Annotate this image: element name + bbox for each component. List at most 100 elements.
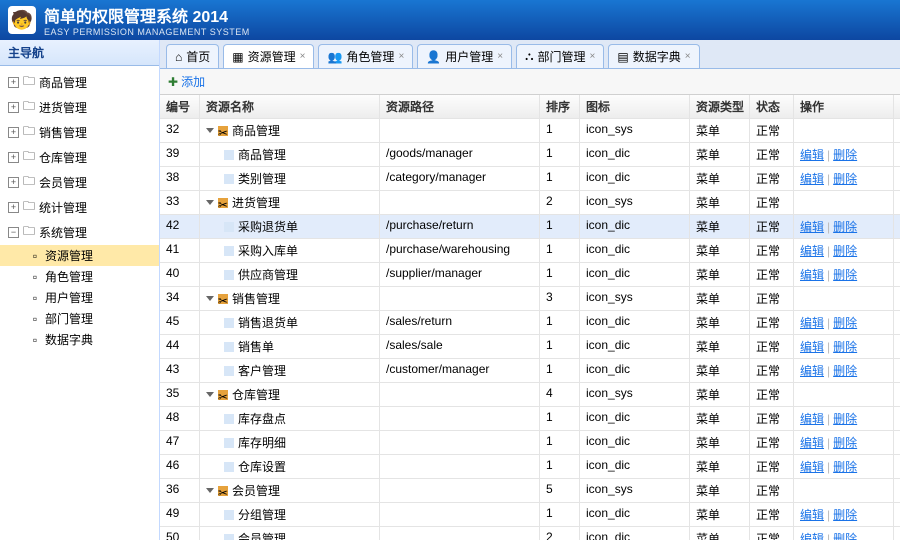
sidebar-subitem[interactable]: ▫部门管理 xyxy=(0,308,159,329)
table-row[interactable]: 33 ✂进货管理 2 icon_sys 菜单 正常 xyxy=(160,191,900,215)
col-id[interactable]: 编号 xyxy=(160,95,200,118)
expand-icon[interactable]: + xyxy=(8,127,19,138)
delete-link[interactable]: 删除 xyxy=(833,364,857,378)
table-row[interactable]: 47 库存明细 1 icon_dic 菜单 正常 编辑|删除 xyxy=(160,431,900,455)
sidebar-subitem[interactable]: ▫数据字典 xyxy=(0,329,159,350)
expand-toggle-icon[interactable] xyxy=(206,128,214,133)
col-path[interactable]: 资源路径 xyxy=(380,95,540,118)
delete-link[interactable]: 删除 xyxy=(833,532,857,540)
expand-icon[interactable]: + xyxy=(8,177,19,188)
table-row[interactable]: 35 ✂仓库管理 4 icon_sys 菜单 正常 xyxy=(160,383,900,407)
cell-status: 正常 xyxy=(750,335,794,358)
cell-status: 正常 xyxy=(750,455,794,478)
close-icon[interactable]: × xyxy=(300,51,306,62)
edit-link[interactable]: 编辑 xyxy=(800,268,824,282)
delete-link[interactable]: 删除 xyxy=(833,316,857,330)
sidebar-item[interactable]: +🗀仓库管理 xyxy=(0,145,159,170)
add-button[interactable]: ✚ 添加 xyxy=(168,73,205,90)
delete-link[interactable]: 删除 xyxy=(833,508,857,522)
cell-name: ✂销售管理 xyxy=(200,287,380,310)
close-icon[interactable]: × xyxy=(497,51,503,62)
tab[interactable]: ⌂首页 xyxy=(166,44,219,68)
delete-link[interactable]: 删除 xyxy=(833,460,857,474)
cell-icon: icon_dic xyxy=(580,215,690,238)
delete-link[interactable]: 删除 xyxy=(833,436,857,450)
edit-link[interactable]: 编辑 xyxy=(800,172,824,186)
edit-link[interactable]: 编辑 xyxy=(800,220,824,234)
col-status[interactable]: 状态 xyxy=(750,95,794,118)
sidebar-item[interactable]: +🗀商品管理 xyxy=(0,70,159,95)
table-row[interactable]: 39 商品管理 /goods/manager 1 icon_dic 菜单 正常 … xyxy=(160,143,900,167)
expand-toggle-icon[interactable] xyxy=(206,200,214,205)
table-row[interactable]: 38 类别管理 /category/manager 1 icon_dic 菜单 … xyxy=(160,167,900,191)
edit-link[interactable]: 编辑 xyxy=(800,460,824,474)
delete-link[interactable]: 删除 xyxy=(833,148,857,162)
col-type[interactable]: 资源类型 xyxy=(690,95,750,118)
sidebar-subitem[interactable]: ▫角色管理 xyxy=(0,266,159,287)
tab[interactable]: ▦资源管理× xyxy=(223,44,314,68)
col-name[interactable]: 资源名称 xyxy=(200,95,380,118)
table-row[interactable]: 32 ✂商品管理 1 icon_sys 菜单 正常 xyxy=(160,119,900,143)
sidebar-label: 数据字典 xyxy=(45,331,93,348)
close-icon[interactable]: × xyxy=(398,51,404,62)
delete-link[interactable]: 删除 xyxy=(833,340,857,354)
sidebar-item[interactable]: +🗀进货管理 xyxy=(0,95,159,120)
expand-toggle-icon[interactable] xyxy=(206,488,214,493)
tool-icon: ✂ xyxy=(218,126,228,136)
cell-icon: icon_dic xyxy=(580,431,690,454)
sidebar-subitem[interactable]: ▫用户管理 xyxy=(0,287,159,308)
collapse-icon[interactable]: − xyxy=(8,227,19,238)
table-row[interactable]: 48 库存盘点 1 icon_dic 菜单 正常 编辑|删除 xyxy=(160,407,900,431)
table-row[interactable]: 40 供应商管理 /supplier/manager 1 icon_dic 菜单… xyxy=(160,263,900,287)
expand-icon[interactable]: + xyxy=(8,152,19,163)
sidebar-item[interactable]: −🗀系统管理 xyxy=(0,220,159,245)
sidebar-subitem[interactable]: ▫资源管理 xyxy=(0,245,159,266)
expand-icon[interactable]: + xyxy=(8,77,19,88)
edit-link[interactable]: 编辑 xyxy=(800,340,824,354)
delete-link[interactable]: 删除 xyxy=(833,412,857,426)
expand-icon[interactable]: + xyxy=(8,102,19,113)
sidebar-item[interactable]: +🗀销售管理 xyxy=(0,120,159,145)
col-order[interactable]: 排序 xyxy=(540,95,580,118)
delete-link[interactable]: 删除 xyxy=(833,220,857,234)
cell-status: 正常 xyxy=(750,143,794,166)
edit-link[interactable]: 编辑 xyxy=(800,316,824,330)
col-icon[interactable]: 图标 xyxy=(580,95,690,118)
edit-link[interactable]: 编辑 xyxy=(800,148,824,162)
delete-link[interactable]: 删除 xyxy=(833,268,857,282)
table-row[interactable]: 41 采购入库单 /purchase/warehousing 1 icon_di… xyxy=(160,239,900,263)
table-row[interactable]: 45 销售退货单 /sales/return 1 icon_dic 菜单 正常 … xyxy=(160,311,900,335)
sidebar-label: 统计管理 xyxy=(39,199,87,216)
edit-link[interactable]: 编辑 xyxy=(800,436,824,450)
edit-link[interactable]: 编辑 xyxy=(800,412,824,426)
sidebar-item[interactable]: +🗀统计管理 xyxy=(0,195,159,220)
tab[interactable]: ⛬部门管理× xyxy=(516,44,604,68)
edit-link[interactable]: 编辑 xyxy=(800,532,824,540)
table-row[interactable]: 42 采购退货单 /purchase/return 1 icon_dic 菜单 … xyxy=(160,215,900,239)
close-icon[interactable]: × xyxy=(685,51,691,62)
edit-link[interactable]: 编辑 xyxy=(800,364,824,378)
tab[interactable]: ▤数据字典× xyxy=(608,44,699,68)
close-icon[interactable]: × xyxy=(590,51,596,62)
sidebar-label: 商品管理 xyxy=(39,74,87,91)
table-row[interactable]: 36 ✂会员管理 5 icon_sys 菜单 正常 xyxy=(160,479,900,503)
cell-type: 菜单 xyxy=(690,455,750,478)
table-row[interactable]: 49 分组管理 1 icon_dic 菜单 正常 编辑|删除 xyxy=(160,503,900,527)
expand-icon[interactable]: + xyxy=(8,202,19,213)
doc-icon xyxy=(224,222,234,232)
table-row[interactable]: 50 会员管理 2 icon_dic 菜单 正常 编辑|删除 xyxy=(160,527,900,540)
tab[interactable]: 👤用户管理× xyxy=(417,44,512,68)
sidebar-item[interactable]: +🗀会员管理 xyxy=(0,170,159,195)
tab[interactable]: 👥角色管理× xyxy=(318,44,413,68)
delete-link[interactable]: 删除 xyxy=(833,244,857,258)
table-row[interactable]: 44 销售单 /sales/sale 1 icon_dic 菜单 正常 编辑|删… xyxy=(160,335,900,359)
table-row[interactable]: 46 仓库设置 1 icon_dic 菜单 正常 编辑|删除 xyxy=(160,455,900,479)
table-row[interactable]: 43 客户管理 /customer/manager 1 icon_dic 菜单 … xyxy=(160,359,900,383)
edit-link[interactable]: 编辑 xyxy=(800,244,824,258)
expand-toggle-icon[interactable] xyxy=(206,296,214,301)
table-row[interactable]: 34 ✂销售管理 3 icon_sys 菜单 正常 xyxy=(160,287,900,311)
expand-toggle-icon[interactable] xyxy=(206,392,214,397)
edit-link[interactable]: 编辑 xyxy=(800,508,824,522)
col-ops[interactable]: 操作 xyxy=(794,95,894,118)
delete-link[interactable]: 删除 xyxy=(833,172,857,186)
